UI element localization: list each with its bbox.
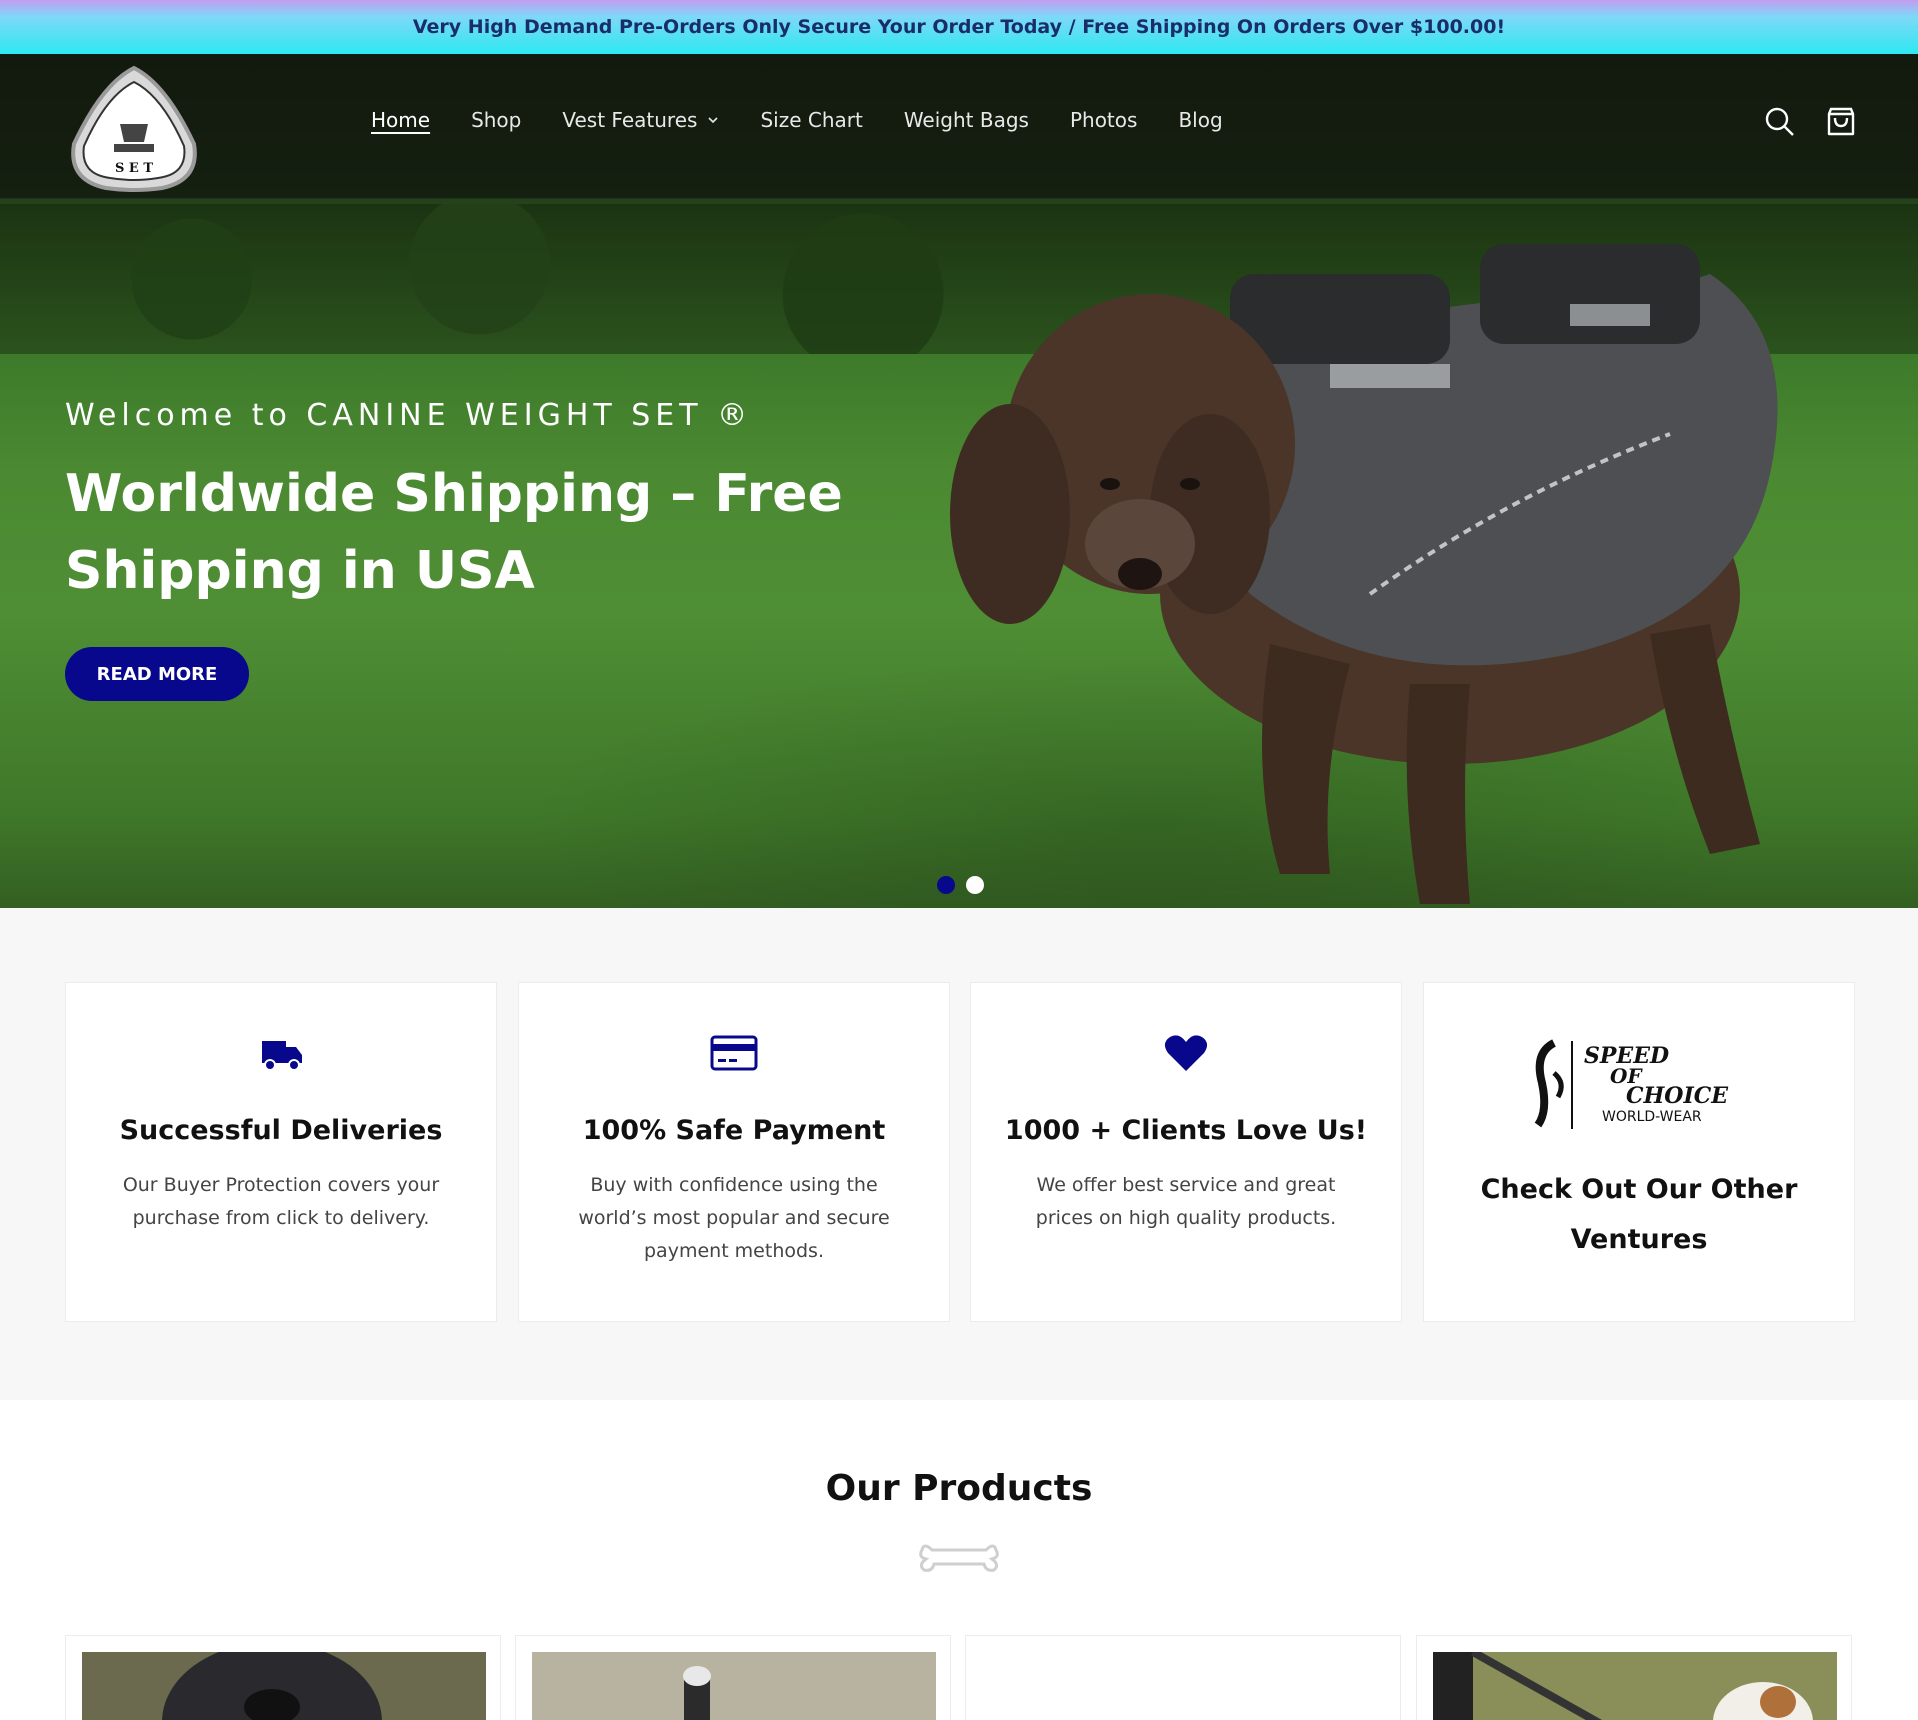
hero-kicker: Welcome to CANINE WEIGHT SET ® [65,398,753,433]
svg-text:S E T: S E T [115,161,153,176]
main-nav: Home Shop Vest Features Size Chart Weigh… [371,108,1264,132]
products-heading: Our Products [825,1468,1093,1509]
cart-icon[interactable] [1823,104,1859,140]
product-card-1[interactable] [65,1635,501,1720]
feature-card-deliveries: Successful Deliveries Our Buyer Protecti… [65,982,497,1322]
feature-card-ventures[interactable]: SPEED OF CHOICE WORLD-WEAR Check Out Our… [1423,982,1855,1322]
read-more-button[interactable]: READ MORE [65,647,249,701]
product-image[interactable] [532,1652,936,1720]
feature-card-payment: 100% Safe Payment Buy with confidence us… [518,982,950,1322]
nav-blog[interactable]: Blog [1178,108,1222,132]
feature-text: Buy with confidence using the world’s mo… [578,1174,890,1262]
products-section: Our Products [0,1400,1918,1720]
slide-dot-2[interactable] [966,876,984,894]
feature-text: Our Buyer Protection covers your purchas… [122,1174,440,1229]
site-header: S E T Home Shop Vest Features Size Chart… [0,54,1918,199]
credit-card-icon [710,1035,758,1071]
feature-card-clients: 1000 + Clients Love Us! We offer best se… [970,982,1402,1322]
feature-title: Successful Deliveries [119,1115,443,1146]
product-image[interactable] [1433,1652,1837,1720]
logo-text-choice: CHOICE [1626,1083,1729,1109]
nav-photos[interactable]: Photos [1070,108,1137,132]
product-image[interactable] [82,1652,486,1720]
features-section: Successful Deliveries Our Buyer Protecti… [0,908,1918,1400]
product-card-3[interactable] [965,1635,1401,1720]
hero-title: Worldwide Shipping – Free Shipping in US… [65,464,843,601]
hero-dog-image [950,244,1778,904]
product-card-4[interactable] [1416,1635,1852,1720]
search-icon[interactable] [1762,104,1798,140]
speed-of-choice-logo[interactable]: SPEED OF CHOICE WORLD-WEAR [1514,1033,1764,1133]
announcement-text: Very High Demand Pre-Orders Only Secure … [412,16,1506,38]
slide-dot-1[interactable] [937,876,955,894]
nav-vest-features[interactable]: Vest Features [562,108,719,132]
nav-vest-features-label: Vest Features [562,108,698,132]
product-card-2[interactable] [515,1635,951,1720]
chevron-down-icon [708,117,719,124]
bone-icon [919,1544,999,1572]
announcement-bar: Very High Demand Pre-Orders Only Secure … [0,0,1918,54]
nav-weight-bags[interactable]: Weight Bags [904,108,1029,132]
nav-size-chart[interactable]: Size Chart [760,108,862,132]
nav-shop[interactable]: Shop [471,108,521,132]
feature-title[interactable]: Check Out Our Other Ventures [1464,1165,1814,1265]
logo-text-worldwear: WORLD-WEAR [1602,1109,1702,1125]
truck-icon [262,1041,302,1071]
feature-title: 1000 + Clients Love Us! [1004,1115,1368,1146]
heart-icon [1164,1035,1208,1071]
canine-weight-set-logo[interactable]: S E T [66,64,202,192]
feature-text: We offer best service and great prices o… [1035,1174,1337,1229]
feature-title: 100% Safe Payment [582,1115,886,1146]
nav-home[interactable]: Home [371,108,430,132]
